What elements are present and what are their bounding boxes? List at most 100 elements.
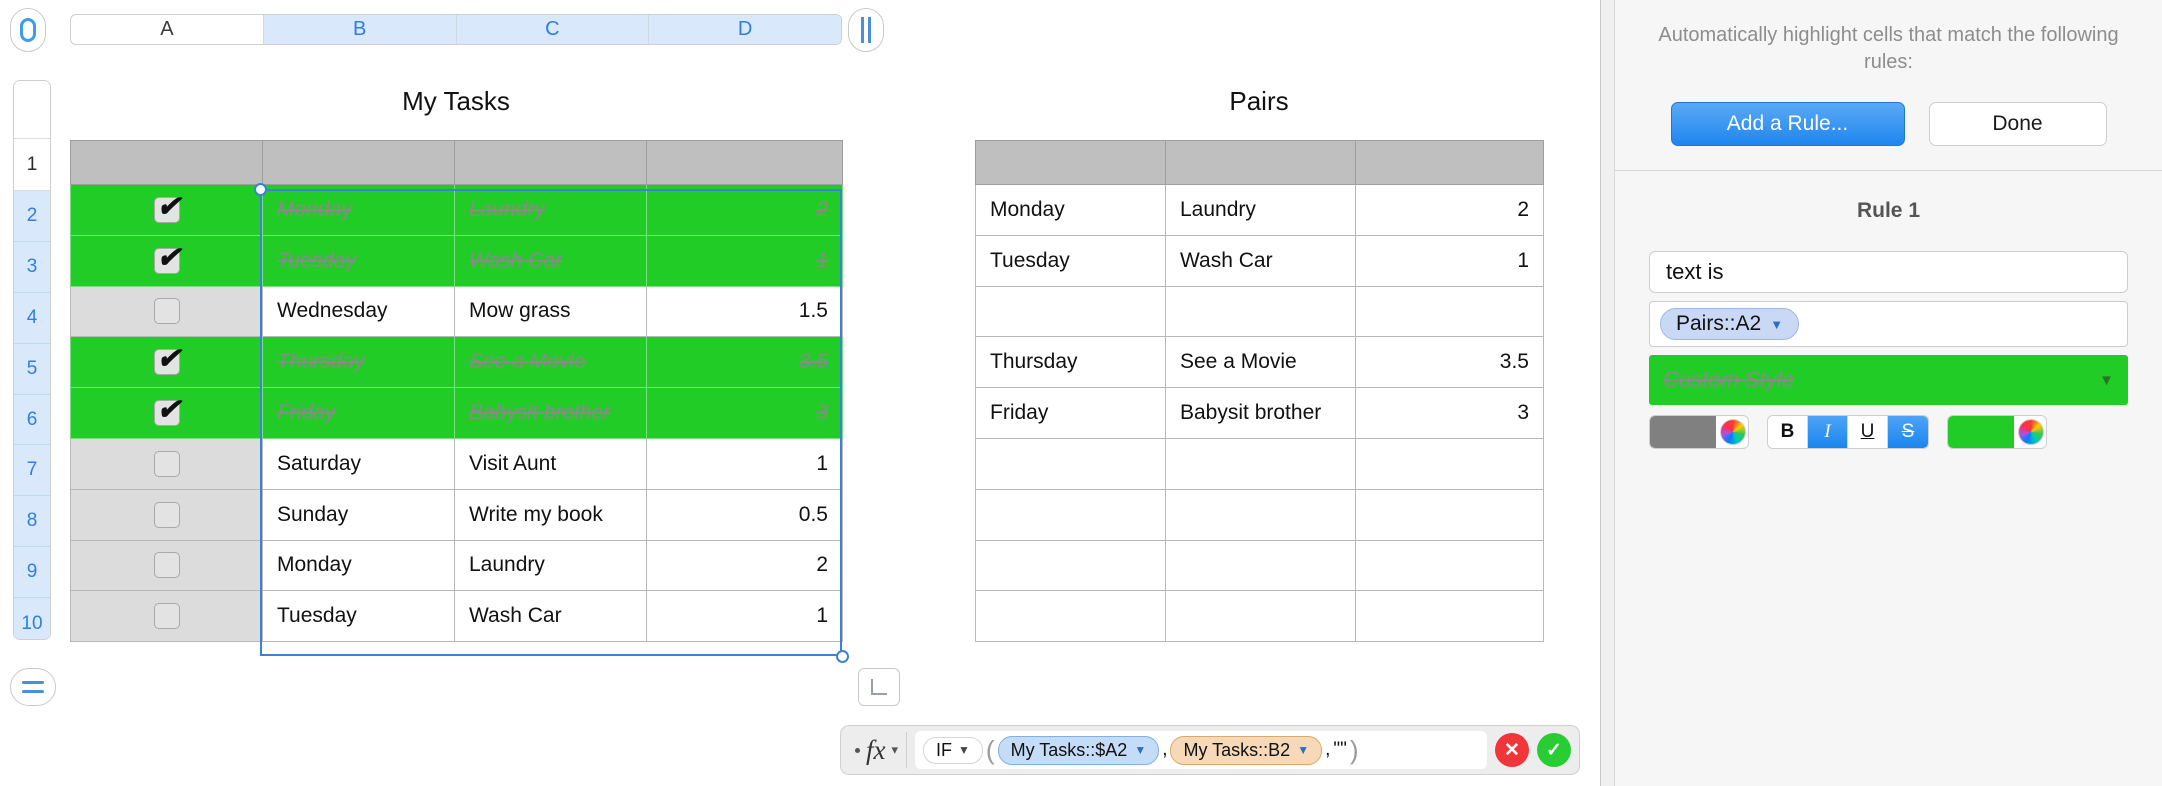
hours-cell[interactable]: 3.5: [646, 336, 843, 389]
day-cell[interactable]: Monday: [262, 539, 455, 592]
hours-cell[interactable]: 1: [646, 590, 843, 643]
task-cell[interactable]: Wash Car: [454, 590, 647, 643]
formula-accept-button[interactable]: ✓: [1537, 733, 1571, 767]
formula-input[interactable]: IF ▼ ( My Tasks::$A2 ▼ , My Tasks::B2 ▼ …: [915, 731, 1487, 769]
day-cell[interactable]: [975, 488, 1166, 541]
task-cell[interactable]: See a Movie: [454, 336, 647, 389]
selection-handle-top-left[interactable]: [254, 183, 267, 196]
day-cell[interactable]: Monday: [262, 184, 455, 236]
checkbox-unchecked-icon[interactable]: [153, 552, 180, 579]
chevron-down-icon[interactable]: ▾: [892, 742, 899, 758]
checkbox-unchecked-icon[interactable]: [153, 603, 180, 630]
checkbox-checked-icon[interactable]: [153, 189, 181, 224]
task-cell[interactable]: [1165, 590, 1356, 643]
day-cell[interactable]: Sunday: [262, 488, 455, 541]
bold-toggle[interactable]: B: [1768, 416, 1808, 448]
task-cell[interactable]: Laundry: [1165, 184, 1356, 236]
day-cell[interactable]: [975, 539, 1166, 592]
task-cell[interactable]: [1165, 539, 1356, 592]
checkbox-cell[interactable]: [70, 336, 263, 389]
table-header-cell[interactable]: [1165, 140, 1356, 185]
table-header-cell[interactable]: [454, 140, 647, 185]
row-header-9[interactable]: 9: [14, 547, 50, 599]
checkbox-cell[interactable]: [70, 539, 263, 592]
checkbox-unchecked-icon[interactable]: [153, 298, 180, 325]
fill-color-swatch[interactable]: [1948, 416, 2014, 448]
strikethrough-toggle[interactable]: S: [1888, 416, 1928, 448]
task-cell[interactable]: Wash Car: [1165, 234, 1356, 287]
checkbox-unchecked-icon[interactable]: [153, 501, 180, 528]
hours-cell[interactable]: 1: [1355, 234, 1544, 287]
formula-bar[interactable]: fx ▾ IF ▼ ( My Tasks::$A2 ▼ , My Tasks::…: [840, 725, 1580, 775]
day-cell[interactable]: Tuesday: [262, 590, 455, 643]
checkbox-cell[interactable]: [70, 285, 263, 338]
add-a-rule-button[interactable]: Add a Rule...: [1670, 102, 1905, 146]
checkbox-cell[interactable]: [70, 437, 263, 490]
day-cell[interactable]: Monday: [975, 184, 1166, 236]
checkbox-cell[interactable]: [70, 387, 263, 439]
row-resize-handle-icon[interactable]: [10, 668, 56, 706]
hours-cell[interactable]: 3: [646, 387, 843, 439]
selection-handle-bottom-right[interactable]: [836, 650, 849, 663]
checkbox-cell[interactable]: [70, 590, 263, 643]
hours-cell[interactable]: 0.5: [646, 488, 843, 541]
chevron-down-icon[interactable]: ▼: [1297, 743, 1309, 757]
day-cell[interactable]: Tuesday: [262, 234, 455, 287]
row-header-3[interactable]: 3: [14, 241, 50, 293]
color-wheel-icon[interactable]: [1720, 419, 1746, 445]
hours-cell[interactable]: [1355, 488, 1544, 541]
formula-cancel-button[interactable]: ✕: [1495, 733, 1529, 767]
checkbox-checked-icon[interactable]: [153, 341, 181, 376]
hours-cell[interactable]: 3.5: [1355, 336, 1544, 389]
task-cell[interactable]: Mow grass: [454, 285, 647, 338]
task-cell[interactable]: See a Movie: [1165, 336, 1356, 389]
table-handle-icon[interactable]: [10, 8, 46, 52]
hours-cell[interactable]: [1355, 437, 1544, 490]
underline-toggle[interactable]: U: [1848, 416, 1888, 448]
checkbox-cell[interactable]: [70, 234, 263, 287]
column-header-b[interactable]: B: [263, 15, 457, 44]
hours-cell[interactable]: [1355, 285, 1544, 338]
hours-cell[interactable]: 2: [1355, 184, 1544, 236]
column-header-a[interactable]: A: [71, 15, 264, 44]
task-cell[interactable]: Write my book: [454, 488, 647, 541]
task-cell[interactable]: Laundry: [454, 539, 647, 592]
day-cell[interactable]: Thursday: [975, 336, 1166, 389]
hours-cell[interactable]: 1: [646, 437, 843, 490]
row-header-6[interactable]: 6: [14, 394, 50, 446]
day-cell[interactable]: Saturday: [262, 437, 455, 490]
rule-style-select[interactable]: Custom Style ▼: [1649, 355, 2128, 405]
rule-reference-field[interactable]: Pairs::A2 ▼: [1649, 301, 2128, 347]
hours-cell[interactable]: 2: [646, 184, 843, 236]
task-cell[interactable]: [1165, 437, 1356, 490]
day-cell[interactable]: Friday: [975, 387, 1166, 439]
table-header-cell[interactable]: [975, 140, 1166, 185]
formula-token-arg1[interactable]: My Tasks::$A2 ▼: [997, 735, 1160, 765]
fx-icon[interactable]: fx: [866, 735, 886, 766]
row-header-4[interactable]: 4: [14, 292, 50, 344]
done-button[interactable]: Done: [1928, 102, 2107, 146]
rule-reference-pill[interactable]: Pairs::A2 ▼: [1660, 308, 1800, 340]
table-header-cell[interactable]: [1355, 140, 1544, 185]
fill-color-picker[interactable]: [1947, 415, 2047, 449]
hours-cell[interactable]: 1: [646, 234, 843, 287]
panel-scrollbar[interactable]: [1601, 0, 1615, 786]
task-cell[interactable]: Visit Aunt: [454, 437, 647, 490]
table-header-cell[interactable]: [70, 140, 263, 185]
chevron-down-icon[interactable]: ▼: [1134, 743, 1146, 757]
checkbox-unchecked-icon[interactable]: [153, 450, 180, 477]
hours-cell[interactable]: 1.5: [646, 285, 843, 338]
day-cell[interactable]: Tuesday: [975, 234, 1166, 287]
text-color-swatch[interactable]: [1650, 416, 1716, 448]
hours-cell[interactable]: 3: [1355, 387, 1544, 439]
task-cell[interactable]: [1165, 285, 1356, 338]
formula-token-arg2[interactable]: My Tasks::B2 ▼: [1170, 735, 1323, 765]
rule-condition-select[interactable]: text is: [1649, 251, 2128, 293]
text-color-picker[interactable]: [1649, 415, 1749, 449]
hours-cell[interactable]: [1355, 590, 1544, 643]
formula-function-pill[interactable]: IF ▼: [923, 736, 983, 764]
task-cell[interactable]: Babysit brother: [1165, 387, 1356, 439]
day-cell[interactable]: [975, 437, 1166, 490]
row-header-2[interactable]: 2: [14, 191, 50, 242]
task-cell[interactable]: Laundry: [454, 184, 647, 236]
